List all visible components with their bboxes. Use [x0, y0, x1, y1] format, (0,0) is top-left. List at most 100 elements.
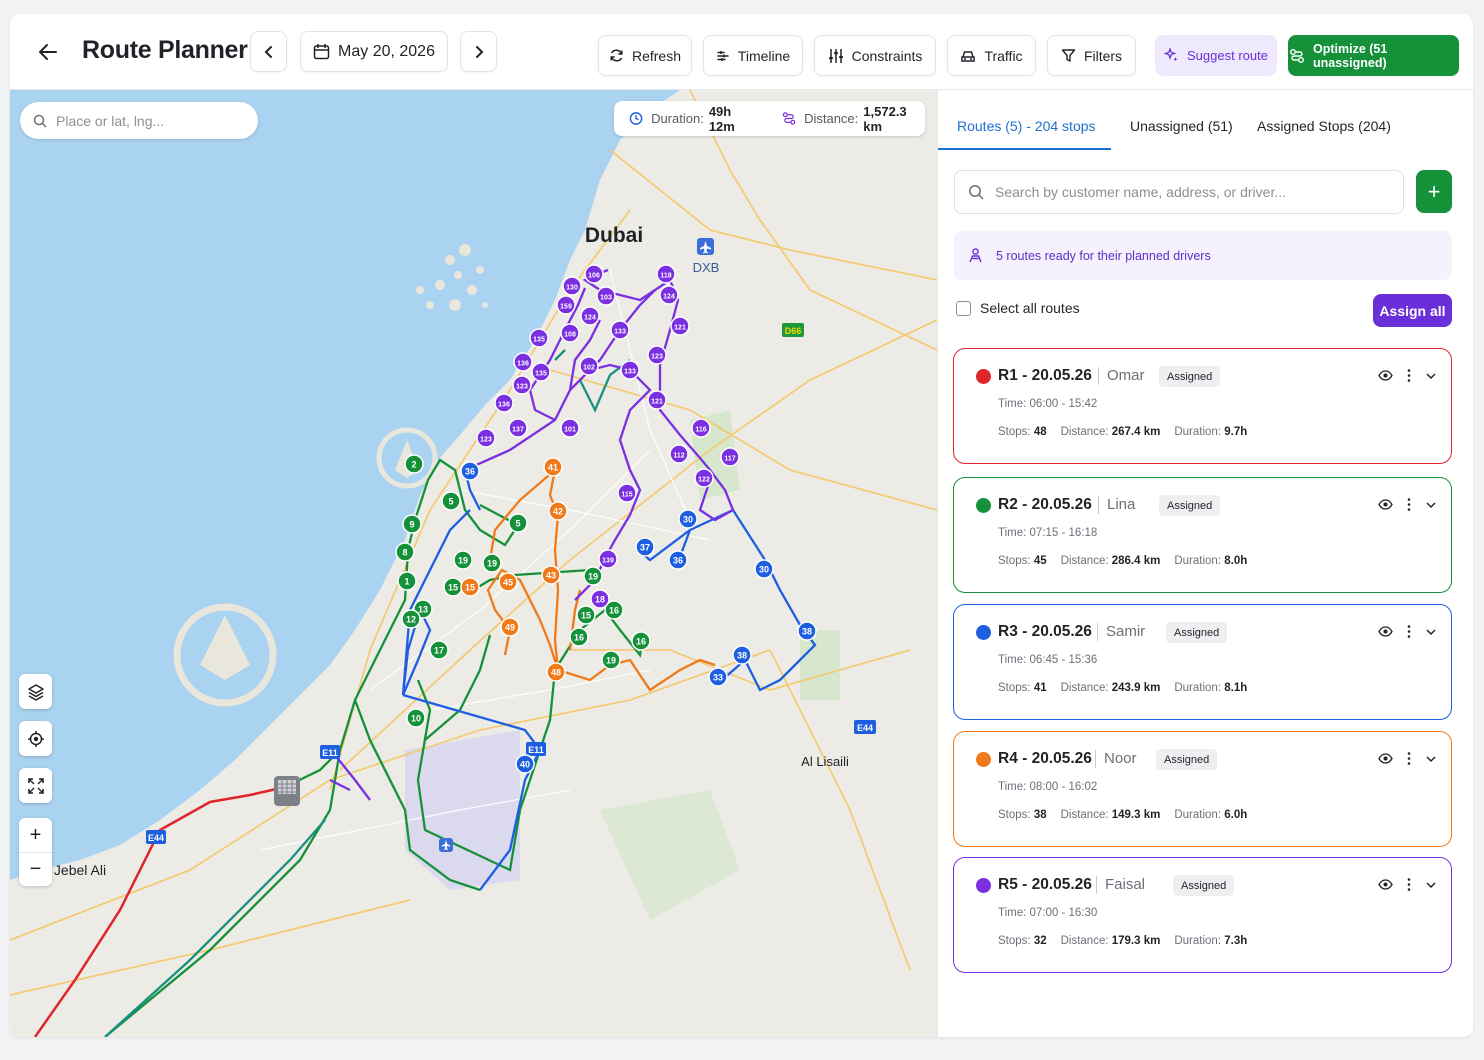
- tab-routes[interactable]: Routes (5) - 204 stops: [957, 118, 1096, 134]
- chevron-down-icon[interactable]: [1425, 370, 1437, 382]
- fit-bounds-button[interactable]: [19, 768, 52, 803]
- stop-marker-r2[interactable]: 1: [397, 571, 417, 591]
- next-day-button[interactable]: [460, 31, 497, 72]
- stop-marker-r5[interactable]: 18: [590, 589, 610, 609]
- eye-icon[interactable]: [1378, 751, 1393, 766]
- stop-marker-r5[interactable]: 135: [529, 328, 549, 348]
- suggest-route-button[interactable]: Suggest route: [1155, 35, 1277, 76]
- stop-marker-r2[interactable]: 12: [401, 609, 421, 629]
- stop-marker-r2[interactable]: 19: [583, 566, 603, 586]
- stop-marker-r2[interactable]: 15: [443, 577, 463, 597]
- eye-icon[interactable]: [1378, 497, 1393, 512]
- stop-marker-r5[interactable]: 106: [584, 264, 604, 284]
- stop-marker-r2[interactable]: 2: [404, 454, 424, 474]
- stop-marker-r5[interactable]: 124: [659, 285, 679, 305]
- stop-marker-r3[interactable]: 38: [732, 645, 752, 665]
- chevron-down-icon[interactable]: [1425, 499, 1437, 511]
- stop-marker-r4[interactable]: 15: [460, 577, 480, 597]
- more-vertical-icon[interactable]: [1406, 877, 1412, 892]
- select-all-checkbox[interactable]: [956, 300, 971, 316]
- zoom-in-button[interactable]: +: [19, 818, 52, 852]
- stop-marker-r5[interactable]: 121: [647, 390, 667, 410]
- stop-marker-r5[interactable]: 123: [647, 345, 667, 365]
- traffic-button[interactable]: Traffic: [947, 35, 1036, 76]
- stop-marker-r5[interactable]: 123: [512, 375, 532, 395]
- stop-marker-r5[interactable]: 135: [531, 362, 551, 382]
- route-card-r2[interactable]: R2 - 20.05.26 Lina Assigned Time: 07:15 - 1…: [953, 477, 1452, 593]
- stop-marker-r2[interactable]: 10: [406, 708, 426, 728]
- stop-marker-r4[interactable]: 42: [548, 501, 568, 521]
- refresh-button[interactable]: Refresh: [598, 35, 692, 76]
- tab-unassigned[interactable]: Unassigned (51): [1130, 118, 1233, 134]
- stop-marker-r4[interactable]: 43: [541, 565, 561, 585]
- stop-marker-r5[interactable]: 102: [579, 356, 599, 376]
- stop-marker-r3[interactable]: 38: [797, 621, 817, 641]
- eye-icon[interactable]: [1378, 624, 1393, 639]
- stop-marker-r5[interactable]: 118: [656, 264, 676, 284]
- add-route-button[interactable]: +: [1416, 170, 1452, 213]
- more-vertical-icon[interactable]: [1406, 624, 1412, 639]
- stop-marker-r3[interactable]: 37: [635, 537, 655, 557]
- map-layers-button[interactable]: [19, 674, 52, 709]
- stop-marker-r5[interactable]: 130: [562, 276, 582, 296]
- more-vertical-icon[interactable]: [1406, 751, 1412, 766]
- chevron-down-icon[interactable]: [1425, 626, 1437, 638]
- stop-marker-r4[interactable]: 41: [543, 457, 563, 477]
- date-picker-button[interactable]: May 20, 2026: [300, 31, 448, 72]
- map-canvas[interactable]: Dubai DXB Al Lisaili Jebel Ali D66 E44 E…: [10, 90, 937, 1037]
- stop-marker-r4[interactable]: 45: [498, 572, 518, 592]
- optimize-button[interactable]: Optimize (51 unassigned): [1288, 35, 1459, 76]
- route-card-r1[interactable]: R1 - 20.05.26 Omar Assigned Time: 06:00 - 1…: [953, 348, 1452, 464]
- constraints-button[interactable]: Constraints: [814, 35, 936, 76]
- stop-marker-r5[interactable]: 123: [476, 428, 496, 448]
- stop-marker-r2[interactable]: 19: [453, 550, 473, 570]
- route-search-input[interactable]: Search by customer name, address, or dri…: [954, 170, 1404, 214]
- stop-marker-r3[interactable]: 36: [460, 461, 480, 481]
- route-card-r4[interactable]: R4 - 20.05.26 Noor Assigned Time: 08:00 - 1…: [953, 731, 1452, 847]
- stop-marker-r5[interactable]: 133: [620, 360, 640, 380]
- map-search-input[interactable]: Place or lat, lng...: [20, 102, 258, 139]
- chevron-down-icon[interactable]: [1425, 879, 1437, 891]
- stop-marker-r5[interactable]: 133: [610, 320, 630, 340]
- stop-marker-r5[interactable]: 108: [560, 323, 580, 343]
- stop-marker-r5[interactable]: 137: [508, 418, 528, 438]
- route-map[interactable]: Dubai DXB Al Lisaili Jebel Ali D66 E44 E…: [10, 90, 937, 1037]
- stop-marker-r4[interactable]: 48: [546, 662, 566, 682]
- stop-marker-r2[interactable]: 5: [441, 491, 461, 511]
- stop-marker-r5[interactable]: 103: [596, 286, 616, 306]
- stop-marker-r5[interactable]: 115: [617, 483, 637, 503]
- chevron-down-icon[interactable]: [1425, 753, 1437, 765]
- stop-marker-r2[interactable]: 5: [508, 513, 528, 533]
- stop-marker-r5[interactable]: 117: [720, 447, 740, 467]
- previous-day-button[interactable]: [250, 31, 287, 72]
- assign-all-button[interactable]: Assign all: [1373, 294, 1452, 327]
- stop-marker-r4[interactable]: 49: [500, 617, 520, 637]
- timeline-button[interactable]: Timeline: [703, 35, 803, 76]
- stop-marker-r3[interactable]: 30: [754, 559, 774, 579]
- filters-button[interactable]: Filters: [1047, 35, 1136, 76]
- more-vertical-icon[interactable]: [1406, 368, 1412, 383]
- stop-marker-r3[interactable]: 33: [708, 667, 728, 687]
- eye-icon[interactable]: [1378, 877, 1393, 892]
- stop-marker-r3[interactable]: 36: [668, 550, 688, 570]
- stop-marker-r5[interactable]: 101: [560, 418, 580, 438]
- stop-marker-r5[interactable]: 136: [494, 393, 514, 413]
- stop-marker-r5[interactable]: 116: [691, 418, 711, 438]
- stop-marker-r5[interactable]: 159: [556, 295, 576, 315]
- more-vertical-icon[interactable]: [1406, 497, 1412, 512]
- stop-marker-r2[interactable]: 19: [601, 650, 621, 670]
- eye-icon[interactable]: [1378, 368, 1393, 383]
- stop-marker-r2[interactable]: 9: [402, 514, 422, 534]
- stop-marker-r5[interactable]: 122: [694, 468, 714, 488]
- stop-marker-r2[interactable]: 16: [569, 627, 589, 647]
- tab-assigned-stops[interactable]: Assigned Stops (204): [1257, 118, 1391, 134]
- stop-marker-r2[interactable]: 17: [429, 640, 449, 660]
- back-button[interactable]: [32, 36, 64, 68]
- stop-marker-r2[interactable]: 15: [576, 605, 596, 625]
- stop-marker-r3[interactable]: 40: [515, 754, 535, 774]
- route-card-r3[interactable]: R3 - 20.05.26 Samir Assigned Time: 06:45 - …: [953, 604, 1452, 720]
- stop-marker-r3[interactable]: 30: [678, 509, 698, 529]
- stop-marker-r5[interactable]: 112: [669, 444, 689, 464]
- my-location-button[interactable]: [19, 721, 52, 756]
- stop-marker-r2[interactable]: 8: [395, 542, 415, 562]
